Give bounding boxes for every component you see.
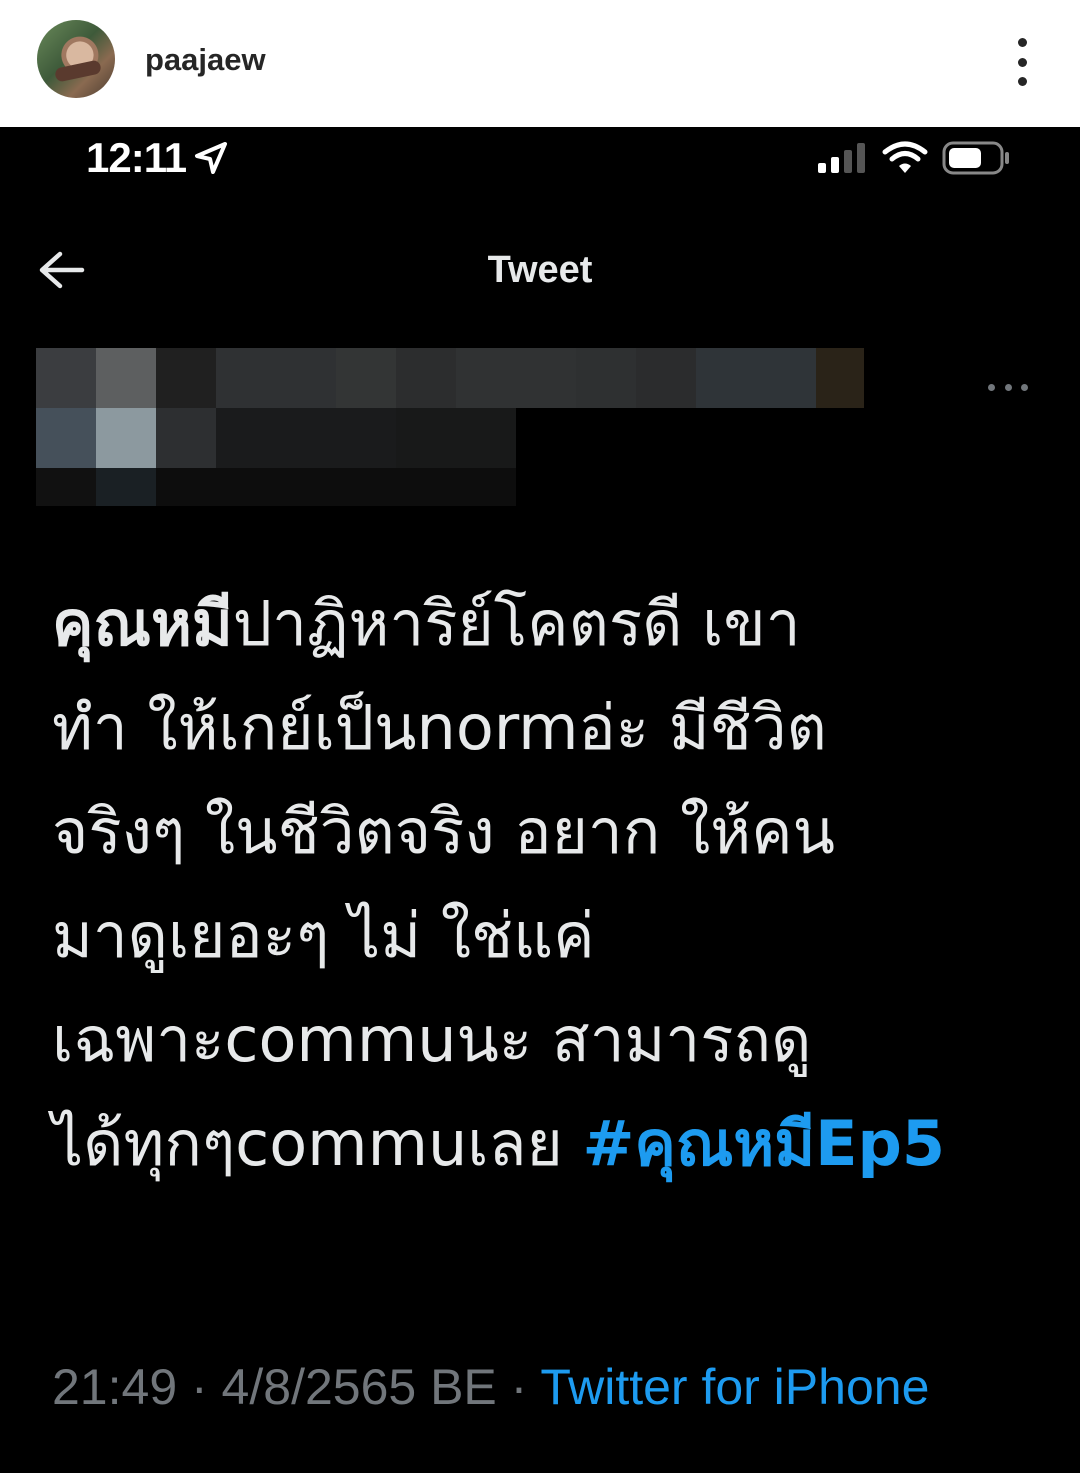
instagram-header: paajaew: [0, 0, 1080, 127]
hashtag-link[interactable]: #คุณหมีEp5: [582, 1107, 945, 1180]
source-link[interactable]: Twitter for iPhone: [540, 1359, 929, 1415]
cellular-signal-icon: [818, 143, 865, 173]
wifi-icon: [882, 141, 928, 173]
profile-avatar[interactable]: [37, 20, 115, 98]
status-time: 12:11: [86, 134, 187, 181]
tweet-text-line1: ปาฏิหาริย์โคตรดี เขา: [232, 587, 801, 660]
tweet-text: คุณหมีปาฏิหาริย์โคตรดี เขา ทำ ให้เกย์เป็…: [52, 572, 1032, 1196]
location-arrow-icon: [195, 142, 227, 174]
tweet-text-bold-name: คุณหมี: [52, 587, 233, 660]
censored-author-info: [36, 348, 876, 508]
vertical-ellipsis-icon[interactable]: [1006, 38, 1038, 86]
page-title: Tweet: [487, 249, 593, 291]
horizontal-ellipsis-icon[interactable]: [988, 380, 1028, 394]
timestamp-text: 21:49 · 4/8/2565 BE ·: [52, 1359, 541, 1415]
tweet-timestamp: 21:49 · 4/8/2565 BE · Twitter for iPhone: [52, 1352, 1052, 1422]
username[interactable]: paajaew: [145, 40, 266, 80]
battery-icon: [942, 141, 1009, 175]
